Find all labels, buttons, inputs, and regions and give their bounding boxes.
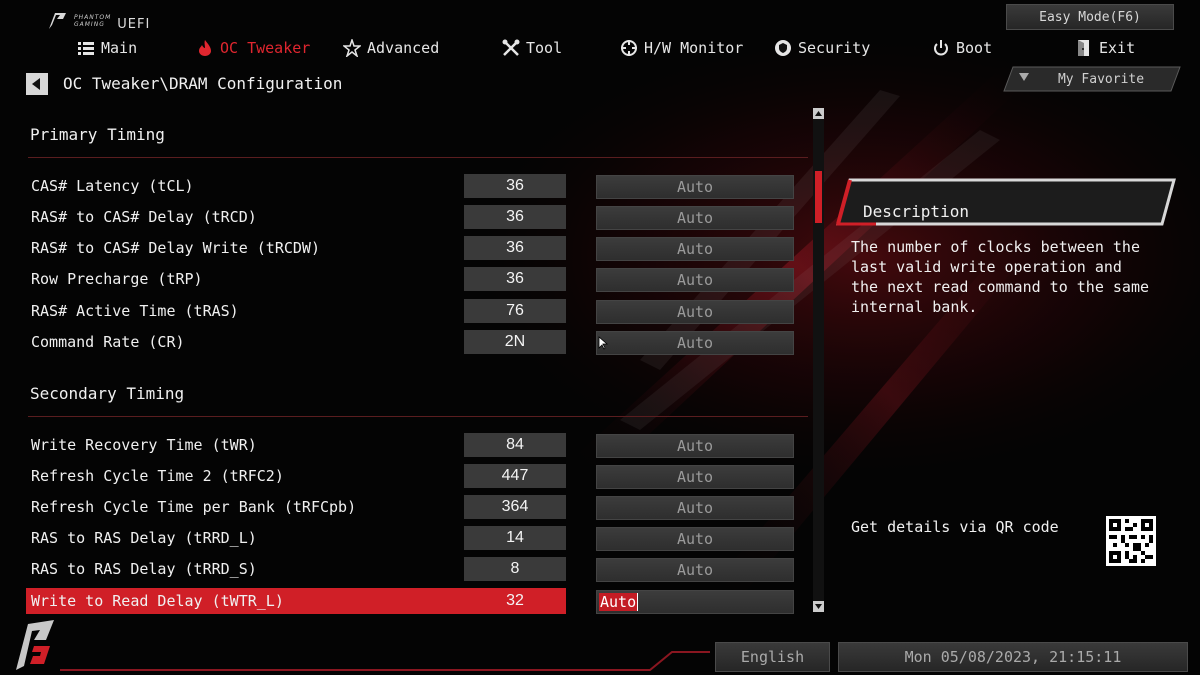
setting-row-twtr-l[interactable]: Write to Read Delay (tWTR_L) 32 Auto [26, 588, 806, 614]
phantom-gaming-logo: PHANTOM GAMING UEFI [46, 8, 150, 34]
setting-row-trfc2[interactable]: Refresh Cycle Time 2 (tRFC2) 447 Auto [26, 463, 806, 489]
qr-code-label: Get details via QR code [851, 518, 1059, 536]
setting-row-cr[interactable]: Command Rate (CR) 2N Auto [26, 329, 806, 355]
current-value: 36 [464, 236, 566, 260]
description-title: Description [863, 202, 969, 221]
back-button[interactable] [26, 73, 48, 95]
nav-tab-exit[interactable]: Exit [1075, 36, 1135, 60]
setting-row-trcdw[interactable]: RAS# to CAS# Delay Write (tRCDW) 36 Auto [26, 235, 806, 261]
main-nav: Main OC Tweaker Advanced Tool H/W Monito… [0, 36, 1200, 60]
nav-tab-oc-tweaker-label: OC Tweaker [220, 39, 311, 57]
scrollbar[interactable] [813, 108, 824, 612]
wrench-icon [502, 39, 520, 56]
setting-dropdown[interactable]: Auto [596, 558, 794, 582]
arrow-down-icon [815, 604, 822, 609]
nav-tab-advanced[interactable]: Advanced [343, 36, 439, 60]
nav-tab-tool[interactable]: Tool [502, 36, 562, 60]
flame-icon [199, 40, 211, 56]
current-value: 76 [464, 299, 566, 323]
setting-dropdown[interactable]: Auto [596, 237, 794, 261]
logo-brand-line2: GAMING [74, 21, 105, 28]
section-divider [28, 157, 808, 158]
scroll-down-button[interactable] [813, 601, 824, 612]
shield-icon [775, 40, 791, 56]
scroll-thumb[interactable] [815, 171, 822, 223]
mouse-cursor-icon [598, 336, 608, 350]
current-value: 8 [464, 557, 566, 581]
setting-row-trp[interactable]: Row Precharge (tRP) 36 Auto [26, 266, 806, 292]
current-value: 36 [464, 174, 566, 198]
date-time-display: Mon 05/08/2023, 21:15:11 [838, 642, 1188, 672]
current-value: 2N [464, 330, 566, 354]
description-text: The number of clocks between the last va… [851, 238, 1150, 316]
current-value: 84 [464, 433, 566, 457]
breadcrumb: OC Tweaker\DRAM Configuration [63, 74, 343, 93]
nav-tab-tool-label: Tool [526, 39, 563, 57]
setting-dropdown[interactable]: Auto [596, 331, 794, 355]
setting-dropdown[interactable]: Auto [596, 465, 794, 489]
setting-dropdown[interactable]: Auto [596, 175, 794, 199]
current-value: 364 [464, 495, 566, 519]
setting-dropdown[interactable]: Auto [596, 590, 794, 614]
phantom-gaming-mark-icon [49, 13, 66, 29]
arrow-up-icon [815, 111, 822, 116]
nav-tab-main[interactable]: Main [77, 36, 137, 60]
my-favorite-button[interactable]: My Favorite [1003, 66, 1181, 92]
nav-tab-boot-label: Boot [956, 39, 993, 57]
setting-dropdown[interactable]: Auto [596, 496, 794, 520]
logo-brand-line1: PHANTOM [74, 14, 112, 21]
nav-tab-security[interactable]: Security [774, 36, 870, 60]
setting-dropdown[interactable]: Auto [596, 268, 794, 292]
nav-tab-main-label: Main [101, 39, 138, 57]
nav-tab-hw-monitor[interactable]: H/W Monitor [620, 36, 743, 60]
star-icon [343, 39, 361, 57]
power-icon [934, 40, 948, 56]
qr-code [1106, 516, 1156, 566]
crosshair-icon [621, 40, 637, 56]
current-value: 14 [464, 526, 566, 550]
setting-dropdown[interactable]: Auto [596, 527, 794, 551]
current-value: 36 [464, 205, 566, 229]
my-favorite-label: My Favorite [1057, 71, 1145, 87]
section-divider [28, 416, 808, 417]
favorite-arrow-icon [1019, 73, 1029, 81]
section-title-primary: Primary Timing [30, 125, 165, 144]
setting-row-tcl[interactable]: CAS# Latency (tCL) 36 Auto [26, 173, 806, 199]
logo-uefi: UEFI [117, 16, 151, 32]
current-value: 32 [464, 589, 566, 613]
nav-tab-oc-tweaker[interactable]: OC Tweaker [196, 36, 310, 60]
nav-tab-hw-monitor-label: H/W Monitor [644, 39, 744, 57]
setting-row-trcd[interactable]: RAS# to CAS# Delay (tRCD) 36 Auto [26, 204, 806, 230]
scroll-up-button[interactable] [813, 108, 824, 119]
setting-dropdown[interactable]: Auto [596, 206, 794, 230]
setting-row-tras[interactable]: RAS# Active Time (tRAS) 76 Auto [26, 298, 806, 324]
exit-door-icon [1078, 40, 1089, 56]
description-header: Description [836, 174, 1180, 230]
setting-dropdown[interactable]: Auto [596, 300, 794, 324]
nav-tab-boot[interactable]: Boot [932, 36, 992, 60]
current-value: 36 [464, 267, 566, 291]
current-value: 447 [464, 464, 566, 488]
qr-code-icon [1109, 519, 1153, 563]
language-button[interactable]: English [715, 642, 830, 672]
list-icon [78, 42, 94, 55]
setting-row-trfcpb[interactable]: Refresh Cycle Time per Bank (tRFCpb) 364… [26, 494, 806, 520]
nav-tab-exit-label: Exit [1099, 39, 1136, 57]
nav-tab-security-label: Security [798, 39, 871, 57]
setting-row-trrd-s[interactable]: RAS to RAS Delay (tRRD_S) 8 Auto [26, 556, 806, 582]
setting-dropdown-value: Auto [599, 593, 639, 611]
setting-dropdown[interactable]: Auto [596, 434, 794, 458]
setting-row-twr[interactable]: Write Recovery Time (tWR) 84 Auto [26, 432, 806, 458]
easy-mode-button[interactable]: Easy Mode(F6) [1006, 4, 1174, 30]
setting-row-trrd-l[interactable]: RAS to RAS Delay (tRRD_L) 14 Auto [26, 525, 806, 551]
nav-tab-advanced-label: Advanced [367, 39, 440, 57]
section-title-secondary: Secondary Timing [30, 384, 185, 403]
back-arrow-icon [32, 78, 40, 90]
